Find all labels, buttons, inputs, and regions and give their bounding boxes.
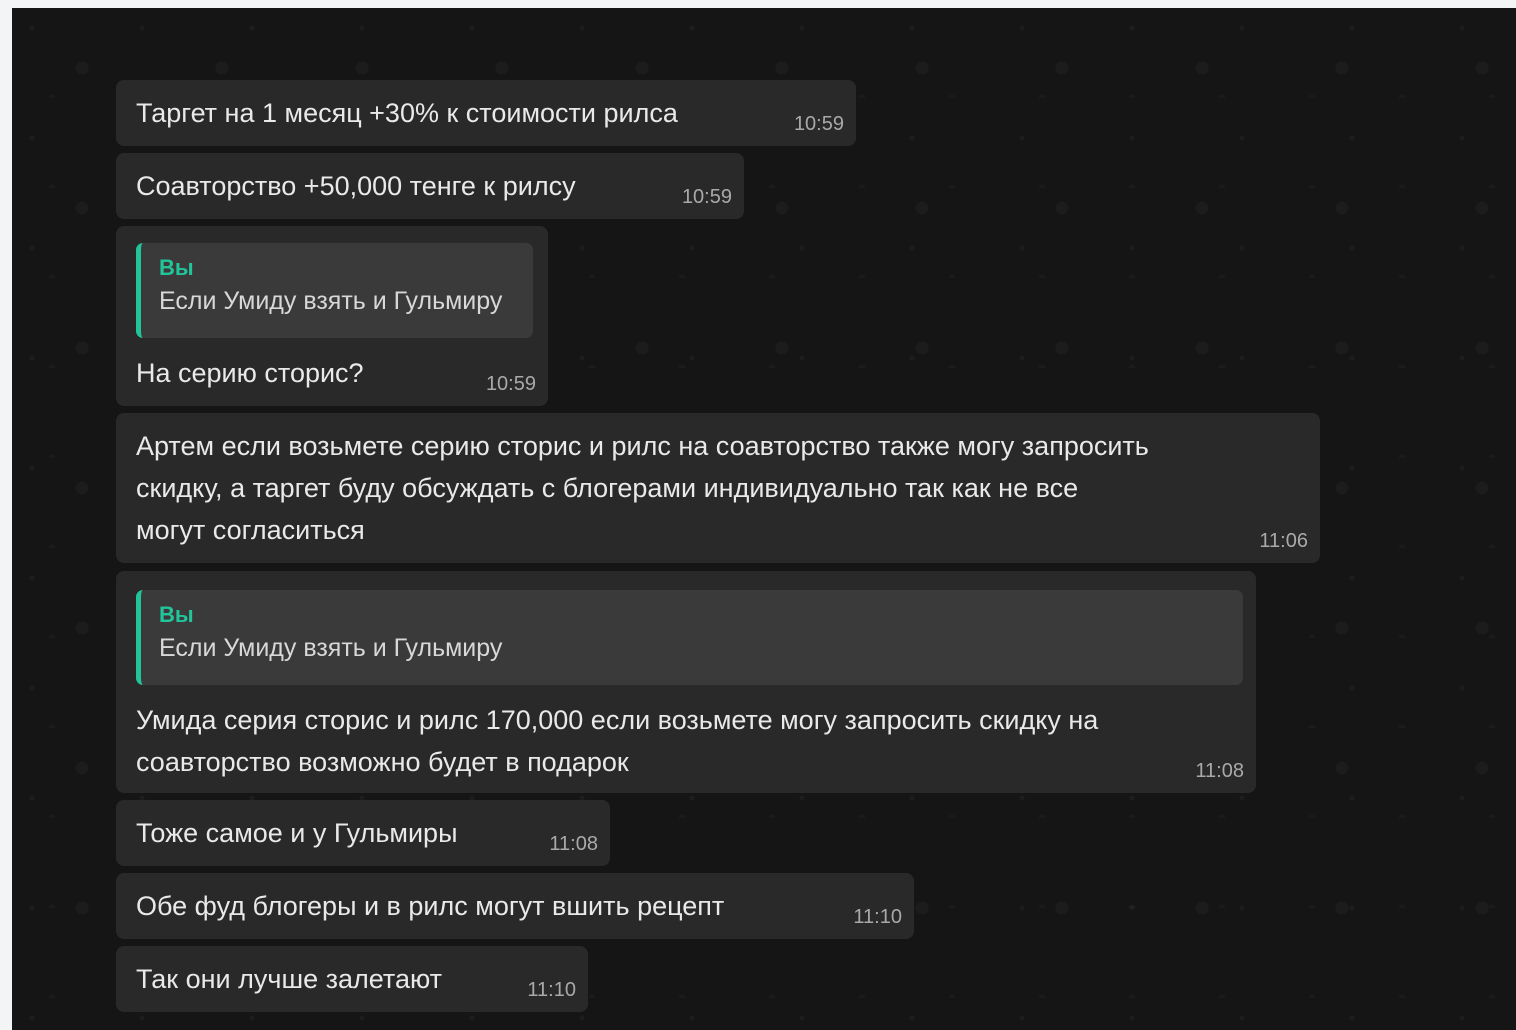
message-time: 11:08 — [1195, 760, 1244, 782]
reply-quote[interactable]: Вы Если Умиду взять и Гульмиру — [136, 243, 533, 338]
message-time: 10:59 — [793, 113, 844, 135]
message-time: 11:10 — [527, 979, 576, 1001]
message-bubble[interactable]: Так они лучше залетают 11:10 — [116, 946, 588, 1012]
message-time: 10:59 — [485, 373, 536, 395]
message-bubble[interactable]: Вы Если Умиду взять и Гульмиру Умида сер… — [116, 571, 1256, 793]
message-time: 10:59 — [681, 186, 732, 208]
message-text: Тоже самое и у Гульмиры — [136, 818, 458, 848]
message-bubble[interactable]: Вы Если Умиду взять и Гульмиру На серию … — [116, 226, 548, 406]
reply-text: Если Умиду взять и Гульмиру — [159, 287, 503, 315]
message-text: Таргет на 1 месяц +30% к стоимости рилса — [136, 98, 678, 128]
reply-text: Если Умиду взять и Гульмиру — [159, 634, 503, 662]
message-bubble[interactable]: Артем если возьмете серию сторис и рилс … — [116, 413, 1320, 563]
reply-author: Вы — [159, 255, 194, 280]
message-bubble[interactable]: Таргет на 1 месяц +30% к стоимости рилса… — [116, 80, 856, 146]
message-text: Артем если возьмете серию сторис и рилс … — [136, 431, 1149, 545]
reply-quote[interactable]: Вы Если Умиду взять и Гульмиру — [136, 590, 1243, 685]
chat-area[interactable]: Таргет на 1 месяц +30% к стоимости рилса… — [12, 8, 1516, 1030]
message-time: 11:10 — [853, 906, 902, 928]
message-text: Так они лучше залетают — [136, 964, 442, 994]
message-bubble[interactable]: Тоже самое и у Гульмиры 11:08 — [116, 800, 610, 866]
message-text: Умида серия сторис и рилс 170,000 если в… — [136, 705, 1099, 777]
reply-author: Вы — [159, 602, 194, 627]
message-text: Соавторство +50,000 тенге к рилсу — [136, 171, 576, 201]
message-bubble[interactable]: Обе фуд блогеры и в рилс могут вшить рец… — [116, 873, 914, 939]
message-time: 11:08 — [549, 833, 598, 855]
message-text: Обе фуд блогеры и в рилс могут вшить рец… — [136, 891, 725, 921]
message-time: 11:06 — [1259, 530, 1308, 552]
message-bubble[interactable]: Соавторство +50,000 тенге к рилсу 10:59 — [116, 153, 744, 219]
